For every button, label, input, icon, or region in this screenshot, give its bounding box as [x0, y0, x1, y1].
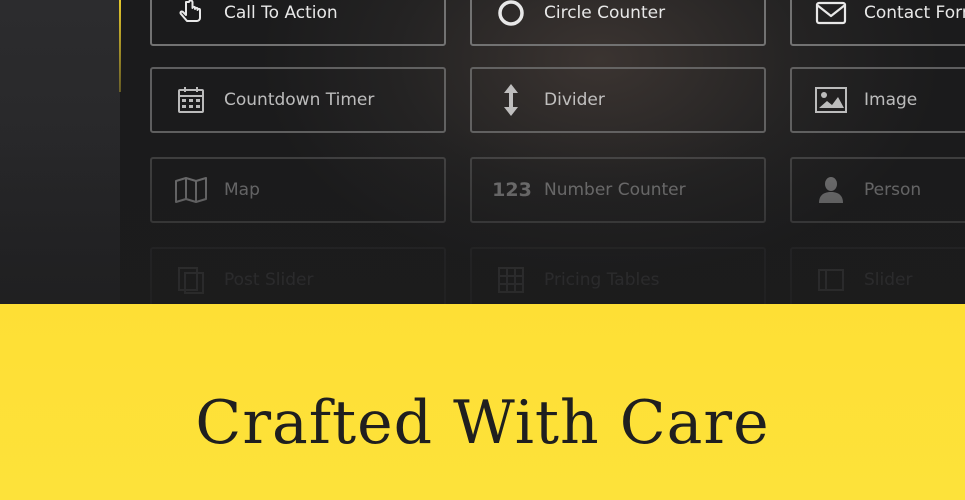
module-map[interactable]: Map: [150, 157, 446, 223]
module-slider[interactable]: Slider: [790, 247, 965, 304]
module-label: Pricing Tables: [544, 270, 660, 290]
module-number-counter[interactable]: 123 Number Counter: [470, 157, 766, 223]
module-label: Circle Counter: [544, 3, 666, 23]
post-slider-icon: [174, 263, 208, 297]
module-label: Countdown Timer: [224, 90, 375, 110]
slider-icon: [814, 263, 848, 297]
module-circle-counter[interactable]: Circle Counter: [470, 0, 766, 46]
image-icon: [814, 83, 848, 117]
module-label: Contact Form: [864, 3, 965, 23]
envelope-icon: [814, 0, 848, 30]
module-contact-form[interactable]: Contact Form: [790, 0, 965, 46]
map-icon: [174, 173, 208, 207]
calendar-icon: [174, 83, 208, 117]
module-pricing-tables[interactable]: Pricing Tables: [470, 247, 766, 304]
modules-showcase-section: Call To Action Circle Counter Contact Fo…: [0, 0, 965, 304]
module-countdown-timer[interactable]: Countdown Timer: [150, 67, 446, 133]
module-label: Call To Action: [224, 3, 338, 23]
modules-grid: Call To Action Circle Counter Contact Fo…: [0, 0, 965, 304]
section-headline: Crafted With Care: [195, 388, 770, 458]
number-123-icon-text: 123: [492, 179, 532, 201]
pricing-table-icon: [494, 263, 528, 297]
module-label: Divider: [544, 90, 605, 110]
module-label: Map: [224, 180, 260, 200]
module-call-to-action[interactable]: Call To Action: [150, 0, 446, 46]
module-divider[interactable]: Divider: [470, 67, 766, 133]
module-image[interactable]: Image: [790, 67, 965, 133]
person-icon: [814, 173, 848, 207]
module-post-slider[interactable]: Post Slider: [150, 247, 446, 304]
module-person[interactable]: Person: [790, 157, 965, 223]
module-label: Post Slider: [224, 270, 314, 290]
module-label: Number Counter: [544, 180, 686, 200]
module-label: Image: [864, 90, 918, 110]
circle-counter-icon: [494, 0, 528, 30]
pointer-hand-icon: [174, 0, 208, 30]
module-label: Slider: [864, 270, 913, 290]
number-123-icon: 123: [492, 173, 532, 207]
vertical-arrows-icon: [494, 83, 528, 117]
module-label: Person: [864, 180, 922, 200]
